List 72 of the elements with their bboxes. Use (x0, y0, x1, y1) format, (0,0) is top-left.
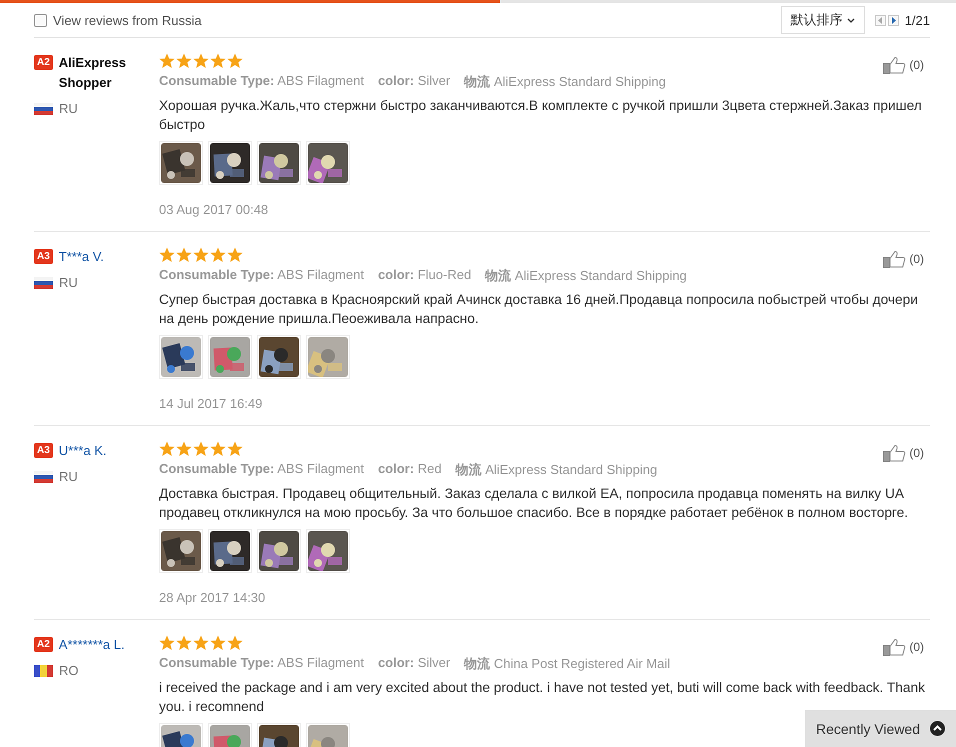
country-code: RO (59, 663, 78, 678)
next-page-button[interactable] (888, 14, 899, 26)
attribute-text: 物流 AliExpress Standard Shipping (464, 73, 666, 91)
like-count: (0) (909, 252, 924, 266)
attribute-text: Consumable Type: ABS Filagment (159, 461, 364, 478)
thumbs-up-icon[interactable] (883, 56, 908, 74)
star-icon (227, 247, 243, 263)
recently-viewed-button[interactable]: Recently Viewed (805, 710, 956, 747)
star-icon (159, 635, 175, 651)
reviewer-name: AliExpress Shopper (58, 54, 127, 92)
review-text: Доставка быстрая. Продавец общительный. Заказ сделала с вилкой EA, попросила продавца поменять на вилку UA продавец откликнулся на мою просьбу. За что большое спасибо. Все в порядке работает ребёнок в полном восторге. (159, 485, 910, 522)
level-badge: A3 (34, 249, 53, 264)
triangle-right-icon (890, 16, 896, 24)
attribute-text: 物流 China Post Registered Air Mail (464, 655, 670, 673)
star-icon (227, 635, 243, 651)
star-icon (159, 441, 175, 457)
star-icon (176, 441, 192, 457)
review-date: 28 Apr 2017 14:30 (159, 590, 266, 605)
reviewer-name-link[interactable]: A*******a L. (58, 635, 125, 655)
attribute-text: Consumable Type: ABS Filagment (159, 655, 364, 672)
country-code: RU (59, 469, 78, 484)
attribute-text: color: Silver (378, 655, 450, 672)
attribute-text: color: Fluo-Red (378, 267, 472, 284)
flag-icon (34, 102, 53, 114)
like-count: (0) (909, 58, 924, 72)
review-date: 03 Aug 2017 00:48 (159, 202, 270, 217)
star-icon (176, 635, 192, 651)
attribute-text: color: Silver (378, 73, 450, 90)
star-icon (193, 53, 209, 69)
attribute-text: Consumable Type: ABS Filagment (159, 73, 364, 90)
star-icon (193, 635, 209, 651)
like-count: (0) (909, 640, 924, 654)
attribute-text: 物流 AliExpress Standard Shipping (485, 267, 687, 285)
star-icon (210, 247, 226, 263)
attribute-text: Consumable Type: ABS Filagment (159, 267, 364, 284)
attribute-text: color: Red (378, 461, 442, 478)
star-icon (227, 53, 243, 69)
review-date: 14 Jul 2017 16:49 (159, 396, 264, 411)
thumbs-up-icon[interactable] (883, 444, 908, 462)
star-icon (227, 441, 243, 457)
thumbs-up-icon[interactable] (883, 638, 908, 656)
star-icon (159, 247, 175, 263)
reviewer-name-link[interactable]: T***a V. (58, 247, 104, 267)
level-badge: A2 (34, 55, 53, 70)
like-count: (0) (909, 446, 924, 460)
chevron-down-icon (846, 18, 855, 22)
star-icon (210, 53, 226, 69)
level-badge: A3 (34, 443, 53, 458)
checkbox[interactable] (34, 14, 47, 26)
chevron-up-icon (930, 721, 946, 736)
star-icon (176, 53, 192, 69)
country-code: RU (59, 101, 78, 116)
review-text: Хорошая ручка.Жаль,что стержни быстро заканчиваются.В комплекте с ручкой пришли 3цвета стержней.Заказ пришел быстро (159, 97, 923, 134)
level-badge: A2 (34, 637, 53, 652)
country-code: RU (59, 275, 78, 290)
sort-dropdown[interactable]: 默认排序 (780, 6, 865, 34)
attribute-text: 物流 AliExpress Standard Shipping (456, 461, 658, 479)
review-text: Супер быстрая доставка в Красноярский край Ачинск доставка 16 дней.Продавца попросила побыстрей чтобы дочери на день рождение пришла.Пеоеживала напрасно. (159, 291, 919, 328)
filter-label: View reviews from Russia (53, 12, 202, 28)
flag-icon (34, 664, 53, 676)
star-icon (210, 635, 226, 651)
star-icon (193, 441, 209, 457)
reviewer-name-link[interactable]: U***a K. (58, 441, 106, 461)
triangle-left-icon (878, 16, 883, 24)
page-indicator: 1/21 (904, 12, 930, 28)
star-icon (176, 247, 192, 263)
star-icon (193, 247, 209, 263)
star-icon (210, 441, 226, 457)
flag-icon (34, 470, 53, 482)
thumbs-up-icon[interactable] (883, 250, 908, 268)
flag-icon (34, 276, 53, 288)
star-icon (159, 53, 175, 69)
